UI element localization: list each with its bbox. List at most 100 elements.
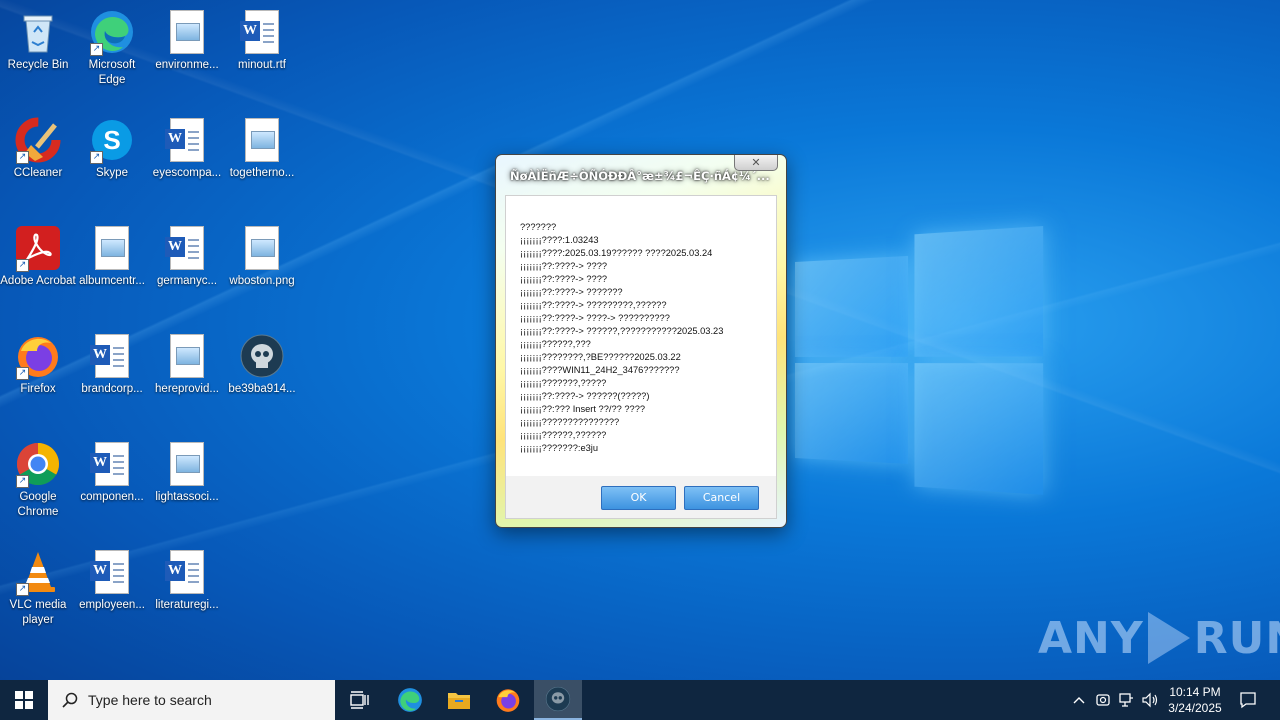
dialog-message-line: ¡¡¡¡¡¡¡??:????-> ????-> ?????????? bbox=[520, 313, 670, 323]
desktop-icon-environme[interactable]: environme... bbox=[149, 2, 225, 73]
chrome-icon: ↗ bbox=[14, 440, 62, 488]
desktop-icon-label: Adobe Acrobat bbox=[0, 275, 76, 287]
skull-app-icon bbox=[545, 686, 571, 712]
desktop-icon-label: VLC media player bbox=[9, 599, 67, 626]
desktop-icon-albumcentr[interactable]: albumcentr... bbox=[74, 218, 150, 289]
taskbar-clock[interactable]: 10:14 PM 3/24/2025 bbox=[1160, 684, 1230, 716]
desktop-icon-label: minout.rtf bbox=[238, 59, 286, 71]
svg-text:S: S bbox=[103, 125, 120, 155]
dialog-message-line: ¡¡¡¡¡¡¡???????,????? bbox=[520, 378, 607, 388]
desktop-icon-literaturegi[interactable]: W literaturegi... bbox=[149, 542, 225, 613]
edge-icon bbox=[398, 688, 422, 712]
desktop-icon-skype[interactable]: S ↗ Skype bbox=[74, 110, 150, 181]
desktop-icon-ccleaner[interactable]: ↗ CCleaner bbox=[0, 110, 76, 181]
dialog-message-line: ¡¡¡¡¡¡¡??:????-> ??????? bbox=[520, 287, 623, 297]
clock-date: 3/24/2025 bbox=[1168, 701, 1222, 715]
desktop-icon-label: germanyc... bbox=[156, 275, 218, 287]
search-placeholder: Type here to search bbox=[88, 692, 212, 708]
desktop-icon-brandcorp[interactable]: W brandcorp... bbox=[74, 326, 150, 397]
desktop-icon-firefox[interactable]: ↗ Firefox bbox=[0, 326, 76, 397]
watermark-run: RUN bbox=[1193, 612, 1280, 664]
firefox-icon bbox=[496, 689, 520, 712]
cancel-button[interactable]: Cancel bbox=[684, 486, 759, 510]
speaker-icon bbox=[1142, 692, 1158, 708]
image-file-icon bbox=[163, 440, 211, 488]
desktop-icon-togetherno[interactable]: togetherno... bbox=[224, 110, 300, 181]
dialog-message-lines: ??????? ¡¡¡¡¡¡¡????:1.03243 ¡¡¡¡¡¡¡????:20… bbox=[520, 221, 723, 455]
network-button[interactable] bbox=[1115, 680, 1137, 720]
image-file-icon bbox=[163, 8, 211, 56]
desktop-icon-label: brandcorp... bbox=[81, 383, 143, 395]
watermark-any: ANY bbox=[1038, 612, 1144, 664]
skull-app-icon bbox=[238, 332, 286, 380]
vlc-cone-icon: ↗ bbox=[14, 548, 62, 596]
desktop-icon-label: employeen... bbox=[79, 599, 145, 611]
chevron-up-icon bbox=[1073, 697, 1085, 704]
taskbar-edge[interactable] bbox=[386, 680, 434, 720]
anyrun-watermark: ANY RUN bbox=[1038, 608, 1280, 668]
desktop-icon-label: wboston.png bbox=[229, 275, 295, 287]
windows-start-icon bbox=[15, 691, 33, 709]
acrobat-icon: ↗ bbox=[14, 224, 62, 272]
desktop-icon-germanyc[interactable]: W germanyc... bbox=[149, 218, 225, 289]
dialog-title: ÑøÀÌËñÆ÷ÒÑÓÐÐÂ°æ±¾£¬ÊÇ·ñÁ¢¼´... bbox=[510, 169, 770, 183]
notifications-button[interactable] bbox=[1234, 680, 1262, 720]
desktop-icon-hereprovid[interactable]: hereprovid... bbox=[149, 326, 225, 397]
desktop-icon-recycle-bin[interactable]: Recycle Bin bbox=[0, 2, 76, 73]
desktop-icon-adobe-acrobat[interactable]: ↗ Adobe Acrobat bbox=[0, 218, 76, 289]
ccleaner-icon: ↗ bbox=[14, 116, 62, 164]
desktop-icon-label: albumcentr... bbox=[79, 275, 145, 287]
desktop-icon-label: be39ba914... bbox=[228, 383, 296, 395]
desktop-icon-label: Recycle Bin bbox=[7, 59, 69, 71]
desktop-icon-label: componen... bbox=[80, 491, 144, 503]
desktop-icon-eyescompa[interactable]: W eyescompa... bbox=[149, 110, 225, 181]
image-file-icon bbox=[238, 224, 286, 272]
dialog-message-line: ??????? bbox=[520, 222, 557, 232]
folder-icon bbox=[448, 693, 470, 709]
word-doc-icon: W bbox=[163, 224, 211, 272]
desktop-icon-componen[interactable]: W componen... bbox=[74, 434, 150, 505]
desktop-icon-lightassoci[interactable]: lightassoci... bbox=[149, 434, 225, 505]
show-hidden-icons-button[interactable] bbox=[1068, 680, 1090, 720]
volume-button[interactable] bbox=[1139, 680, 1161, 720]
close-button[interactable]: ✕ bbox=[734, 155, 778, 171]
camera-icon bbox=[1096, 694, 1110, 706]
meet-now-button[interactable] bbox=[1092, 680, 1114, 720]
dialog-message-line: ¡¡¡¡¡¡¡??:????-> ??????,???????????2025.… bbox=[520, 326, 724, 336]
dialog-message-line: ¡¡¡¡¡¡¡??????,?????? bbox=[520, 430, 607, 440]
skype-icon: S ↗ bbox=[88, 116, 136, 164]
word-doc-icon: W bbox=[163, 548, 211, 596]
desktop-icon-employeen[interactable]: W employeen... bbox=[74, 542, 150, 613]
edge-icon: ↗ bbox=[88, 8, 136, 56]
dialog-message: ??????? ¡¡¡¡¡¡¡????:1.03243 ¡¡¡¡¡¡¡????:20… bbox=[506, 196, 776, 476]
desktop-icon-label: Microsoft Edge bbox=[88, 59, 136, 86]
desktop-icon-be39ba914[interactable]: be39ba914... bbox=[224, 326, 300, 397]
taskbar-firefox[interactable] bbox=[484, 680, 532, 720]
word-doc-icon: W bbox=[88, 440, 136, 488]
desktop-icon-wboston-png[interactable]: wboston.png bbox=[224, 218, 300, 289]
image-file-icon bbox=[238, 116, 286, 164]
taskbar-file-explorer[interactable] bbox=[435, 680, 483, 720]
start-button[interactable] bbox=[0, 680, 48, 720]
desktop-icon-label: Skype bbox=[96, 167, 128, 179]
search-icon bbox=[62, 692, 78, 708]
desktop-icon-google-chrome[interactable]: ↗ Google Chrome bbox=[0, 434, 76, 520]
desktop-icon-label: lightassoci... bbox=[155, 491, 219, 503]
taskbar-running-app[interactable] bbox=[534, 680, 582, 720]
update-dialog: ÑøÀÌËñÆ÷ÒÑÓÐÐÂ°æ±¾£¬ÊÇ·ñÁ¢¼´... ✕ ??????… bbox=[495, 154, 787, 528]
desktop-icon-label: CCleaner bbox=[13, 167, 63, 179]
ok-button[interactable]: OK bbox=[601, 486, 676, 510]
dialog-message-line: ¡¡¡¡¡¡¡????WIN11_24H2_3476??????? bbox=[520, 365, 680, 375]
notification-icon bbox=[1240, 692, 1256, 709]
taskbar-search-box[interactable]: Type here to search bbox=[48, 680, 335, 720]
image-file-icon bbox=[163, 332, 211, 380]
task-view-button[interactable] bbox=[336, 680, 384, 720]
word-doc-icon: W bbox=[88, 548, 136, 596]
desktop-icon-label: eyescompa... bbox=[152, 167, 222, 179]
desktop-icon-microsoft-edge[interactable]: ↗ Microsoft Edge bbox=[74, 2, 150, 88]
dialog-message-line: ¡¡¡¡¡¡¡??????????????? bbox=[520, 417, 620, 427]
dialog-message-line: ¡¡¡¡¡¡¡????:1.03243 bbox=[520, 235, 599, 245]
desktop-icon-minout-rtf[interactable]: W minout.rtf bbox=[224, 2, 300, 73]
dialog-message-line: ¡¡¡¡¡¡¡??:??? Insert ??/?? ???? bbox=[520, 404, 646, 414]
desktop-icon-vlc[interactable]: ↗ VLC media player bbox=[0, 542, 76, 628]
